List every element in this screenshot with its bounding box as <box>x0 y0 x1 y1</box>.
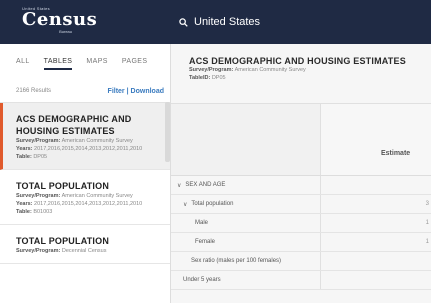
tab-maps[interactable]: MAPS <box>86 58 107 70</box>
result-table-id: Table: B01003 <box>16 209 53 215</box>
estimate-column-header: Estimate <box>321 104 431 175</box>
table-row: Female 1 <box>171 233 431 252</box>
label-column-header <box>171 104 321 175</box>
results-count: 2166 Results <box>16 88 52 94</box>
result-table-id: Table: DP05 <box>16 154 48 160</box>
result-years: Years: 2017,2016,2015,2014,2013,2012,201… <box>16 146 143 152</box>
results-sidebar: ALL TABLES MAPS PAGES 2166 Results Filte… <box>0 44 171 303</box>
row-value <box>321 176 431 194</box>
result-item[interactable]: ACS DEMOGRAPHIC AND HOUSING ESTIMATES Su… <box>0 103 170 170</box>
result-title[interactable]: TOTAL POPULATION <box>16 180 162 192</box>
census-logo[interactable]: United States Census Bureau <box>0 0 171 44</box>
row-label: Sex ratio (males per 100 females) <box>171 252 321 270</box>
results-bar: 2166 Results Filter | Download <box>0 70 170 95</box>
result-item[interactable]: TOTAL POPULATION Survey/Program: America… <box>0 170 170 225</box>
row-value: 3 <box>425 201 429 207</box>
search-input[interactable]: United States <box>194 16 260 28</box>
row-value: 1 <box>425 220 429 226</box>
tab-pages[interactable]: PAGES <box>122 58 148 70</box>
search-bar[interactable]: United States <box>171 0 431 44</box>
result-survey: Survey/Program: Decennial Census <box>16 248 107 254</box>
result-years: Years: 2017,2016,2015,2014,2013,2012,201… <box>16 201 143 207</box>
table-survey: Survey/Program: American Community Surve… <box>189 67 306 73</box>
table-title: ACS DEMOGRAPHIC AND HOUSING ESTIMATES <box>189 56 406 66</box>
table-row: Sex ratio (males per 100 females) <box>171 252 431 271</box>
result-survey: Survey/Program: American Community Surve… <box>16 138 133 144</box>
top-bar: United States Census Bureau United State… <box>0 0 431 44</box>
link-separator: | <box>126 88 129 95</box>
table-row: ∨ SEX AND AGE <box>171 176 431 195</box>
table-header: ACS DEMOGRAPHIC AND HOUSING ESTIMATES Su… <box>171 44 431 104</box>
tab-all[interactable]: ALL <box>16 58 30 70</box>
tab-tables[interactable]: TABLES <box>43 58 73 70</box>
table-row: ∨ Total population 3 <box>171 195 431 214</box>
logo-main-text: Census <box>22 9 98 30</box>
chevron-down-icon[interactable]: ∨ <box>177 182 181 189</box>
row-value <box>321 271 431 289</box>
sidebar-scrollbar[interactable] <box>165 102 170 162</box>
filter-download-links: Filter | Download <box>108 88 164 95</box>
result-survey: Survey/Program: American Community Surve… <box>16 193 133 199</box>
table-view: ACS DEMOGRAPHIC AND HOUSING ESTIMATES Su… <box>171 44 431 303</box>
row-label[interactable]: ∨ SEX AND AGE <box>171 176 321 194</box>
row-label[interactable]: ∨ Total population <box>171 195 321 213</box>
row-label: Under 5 years <box>171 271 321 289</box>
grid-header: Estimate <box>171 104 431 176</box>
download-link[interactable]: Download <box>131 88 164 95</box>
result-item[interactable]: TOTAL POPULATION Survey/Program: Decenni… <box>0 225 170 264</box>
row-value <box>321 252 431 270</box>
chevron-down-icon[interactable]: ∨ <box>183 201 187 208</box>
table-row: Male 1 <box>171 214 431 233</box>
table-id: TableID: DP05 <box>189 75 226 81</box>
row-label: Female <box>171 233 321 251</box>
row-label: Male <box>171 214 321 232</box>
row-value: 1 <box>425 239 429 245</box>
table-row: Under 5 years <box>171 271 431 290</box>
search-icon <box>179 17 188 27</box>
filter-link[interactable]: Filter <box>108 88 125 95</box>
result-tabs: ALL TABLES MAPS PAGES <box>0 44 170 70</box>
result-title[interactable]: ACS DEMOGRAPHIC AND HOUSING ESTIMATES <box>16 113 162 137</box>
result-title[interactable]: TOTAL POPULATION <box>16 235 162 247</box>
